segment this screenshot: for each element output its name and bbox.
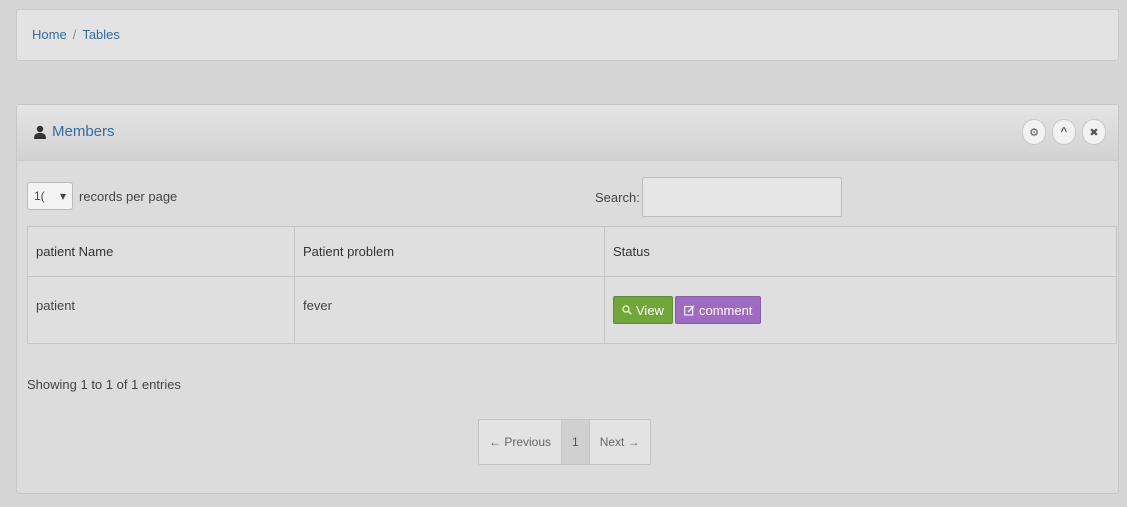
breadcrumb-tables-link[interactable]: Tables [82, 27, 120, 42]
breadcrumb: Home / Tables [16, 9, 1119, 61]
breadcrumb-separator: / [72, 27, 77, 42]
settings-button[interactable]: ⚙ [1022, 119, 1046, 145]
patient-problem-cell: fever [294, 276, 605, 344]
records-per-page: 1( ▾ records per page [27, 182, 177, 210]
table-controls: 1( ▾ records per page Search: [27, 177, 1117, 217]
panel-title-text: Members [52, 123, 115, 140]
search-label: Search: [595, 189, 640, 205]
patient-name-cell: patient [27, 276, 295, 344]
collapse-button[interactable]: ^ [1052, 119, 1076, 145]
search-input[interactable] [641, 177, 842, 217]
dropdown-arrow-icon: ▾ [59, 189, 66, 203]
records-per-page-value: 1( [34, 189, 45, 203]
chevron-up-icon: ^ [1060, 126, 1068, 138]
magnifier-icon [622, 305, 632, 315]
table-info: Showing 1 to 1 of 1 entries [27, 377, 181, 392]
previous-page-button[interactable]: ← Previous [479, 420, 563, 464]
table-header-row: patient Name Patient problem Status [27, 226, 1117, 277]
records-per-page-label: records per page [79, 188, 178, 204]
table-row: patient fever View comment [27, 276, 1117, 344]
view-button-label: View [636, 302, 664, 318]
page-1-button[interactable]: 1 [562, 420, 590, 464]
patient-problem: fever [303, 297, 332, 313]
edit-icon [684, 304, 695, 316]
members-panel: Members ⚙ ^ ✖ 1( ▾ records per page Sear… [16, 104, 1119, 494]
status-cell: View comment [604, 276, 1117, 344]
next-page-button[interactable]: Next → [590, 420, 650, 464]
members-table: patient Name Patient problem Status pati… [27, 226, 1117, 344]
close-button[interactable]: ✖ [1082, 119, 1106, 145]
column-header-patient-problem[interactable]: Patient problem [294, 226, 605, 277]
comment-button-label: comment [698, 302, 753, 318]
user-icon [34, 125, 46, 139]
gear-icon: ⚙ [1029, 126, 1039, 139]
patient-name: patient [36, 297, 76, 313]
search-area: Search: [595, 177, 842, 217]
column-header-status[interactable]: Status [604, 226, 1117, 277]
panel-title: Members [33, 123, 115, 140]
column-header-patient-name[interactable]: patient Name [27, 226, 295, 277]
records-per-page-select[interactable]: 1( ▾ [27, 182, 73, 210]
comment-button[interactable]: comment [674, 296, 762, 324]
panel-header: Members ⚙ ^ ✖ [17, 105, 1118, 161]
panel-actions: ⚙ ^ ✖ [1022, 119, 1106, 145]
pagination: ← Previous 1 Next → [478, 419, 651, 465]
close-icon: ✖ [1089, 126, 1099, 139]
view-button[interactable]: View [613, 296, 673, 324]
breadcrumb-home-link[interactable]: Home [32, 27, 67, 42]
